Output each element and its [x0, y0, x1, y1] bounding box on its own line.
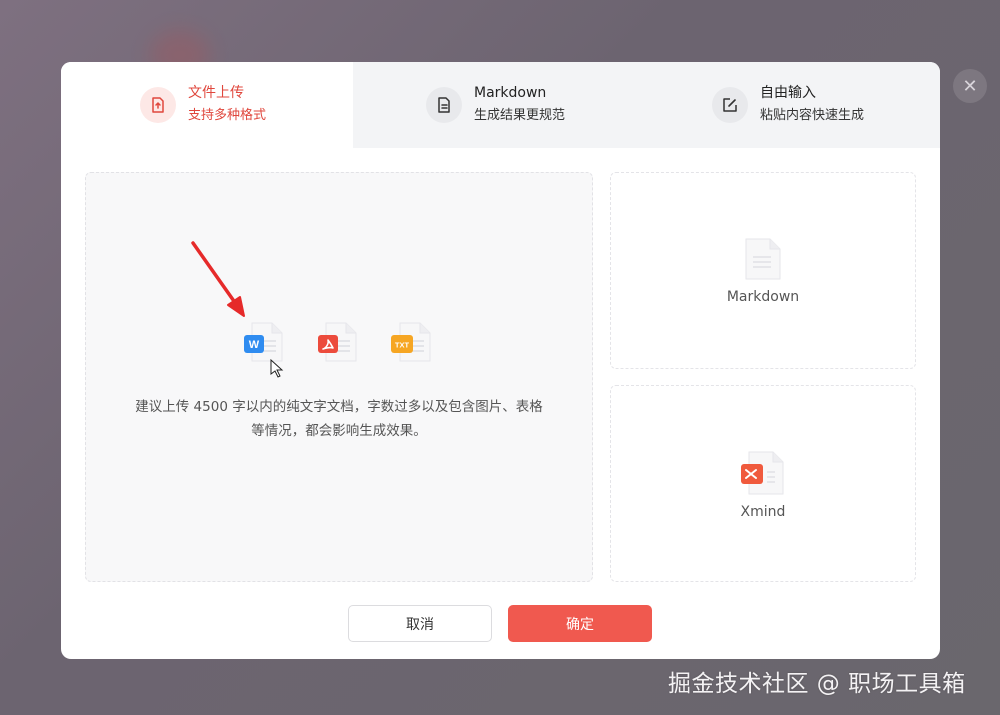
format-label: Xmind: [740, 504, 786, 520]
tab-title: 文件上传: [188, 85, 244, 101]
txt-file-icon: TXT: [391, 322, 431, 362]
cancel-button[interactable]: 取消: [348, 605, 492, 642]
format-card-xmind[interactable]: Xmind: [610, 385, 916, 582]
file-type-icons: W TXT: [240, 319, 440, 378]
format-label: Markdown: [726, 289, 800, 305]
upload-hint-line1: 建议上传 4500 字以内的纯文字文档，字数过多以及包含图片、表格: [135, 399, 543, 415]
tab-subtitle: 粘贴内容快速生成: [760, 108, 865, 123]
upload-hint-line2: 等情况，都会影响生成效果。: [251, 423, 427, 439]
tab-subtitle: 支持多种格式: [188, 108, 267, 123]
format-card-markdown[interactable]: Markdown: [610, 172, 916, 369]
xmind-file-icon: [741, 451, 784, 495]
edit-icon: [712, 87, 748, 123]
svg-text:TXT: TXT: [395, 341, 410, 350]
svg-text:W: W: [249, 339, 260, 351]
tab-title: 自由输入: [760, 85, 816, 101]
watermark-text: 掘金技术社区 @ 职场工具箱: [668, 671, 966, 697]
confirm-button[interactable]: 确定: [508, 605, 652, 642]
close-icon[interactable]: ✕: [953, 69, 987, 103]
tab-title: Markdown: [474, 85, 547, 101]
file-drop-zone[interactable]: W TXT 建议上传 4500 字以内的纯文字文档，字数过多以及包含图片、表格 …: [85, 172, 593, 582]
document-icon: [426, 87, 462, 123]
markdown-file-icon: [745, 238, 781, 280]
source-tabs: 文件上传 支持多种格式 Markdown 生成结果更规范 自由输入 粘贴内容快速…: [61, 62, 940, 148]
tab-markdown[interactable]: Markdown 生成结果更规范: [353, 62, 646, 148]
mouse-cursor-icon: [270, 359, 284, 378]
pdf-file-icon: [318, 322, 357, 362]
upload-file-icon: [140, 87, 176, 123]
tab-subtitle: 生成结果更规范: [474, 108, 566, 123]
generate-dialog: 文件上传 支持多种格式 Markdown 生成结果更规范 自由输入 粘贴内容快速…: [61, 62, 940, 659]
tab-free-input[interactable]: 自由输入 粘贴内容快速生成: [646, 62, 940, 148]
tab-file-upload[interactable]: 文件上传 支持多种格式: [61, 62, 353, 148]
